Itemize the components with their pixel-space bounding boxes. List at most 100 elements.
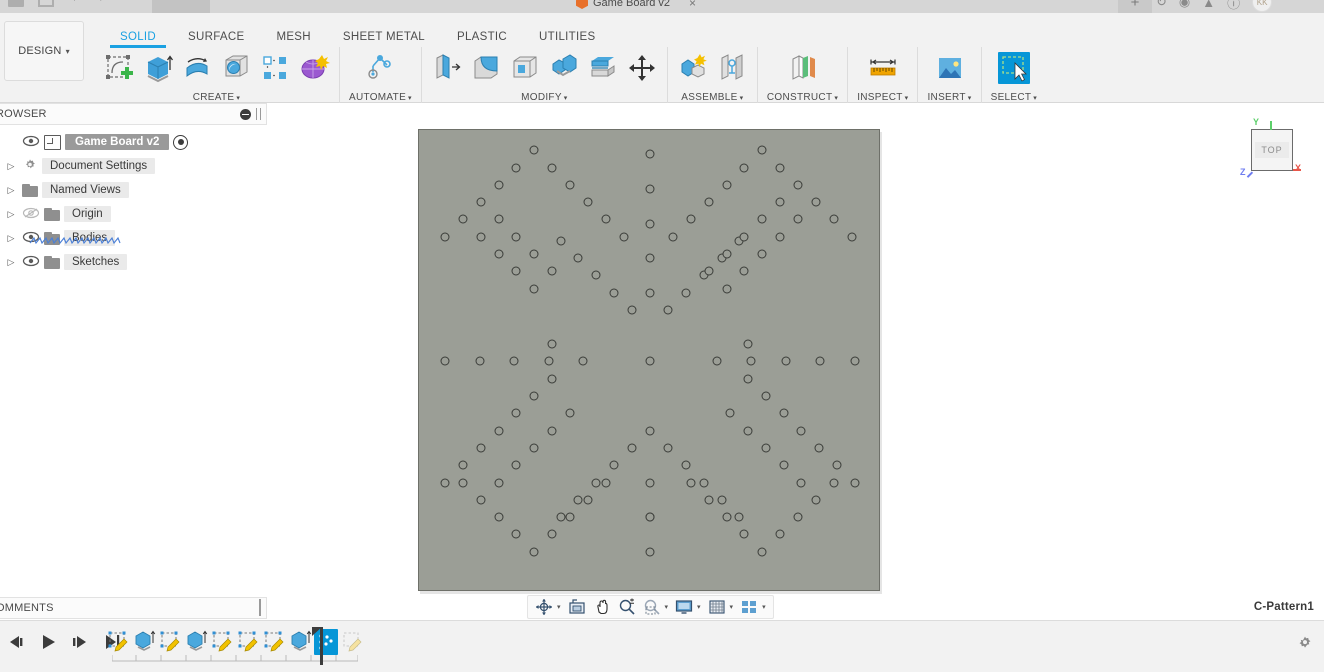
board-hole[interactable]	[556, 236, 566, 246]
expand-arrow-icon[interactable]: ▷	[4, 185, 18, 195]
press-pull-icon[interactable]	[431, 52, 463, 84]
board-hole[interactable]	[591, 270, 601, 280]
timeline-sketch-feature[interactable]	[340, 629, 364, 655]
board-hole[interactable]	[757, 214, 767, 224]
insert-image-icon[interactable]	[934, 52, 966, 84]
board-hole[interactable]	[627, 305, 637, 315]
board-hole[interactable]	[511, 266, 521, 276]
board-hole[interactable]	[645, 149, 655, 159]
board-hole[interactable]	[511, 529, 521, 539]
board-hole[interactable]	[547, 266, 557, 276]
game-board-body[interactable]	[418, 129, 880, 591]
zoom-icon[interactable]	[616, 597, 638, 617]
visibility-eye-off-icon[interactable]	[22, 207, 40, 221]
board-hole[interactable]	[686, 214, 696, 224]
board-hole[interactable]	[739, 529, 749, 539]
board-hole[interactable]	[717, 495, 727, 505]
board-hole[interactable]	[796, 426, 806, 436]
circle-minus-icon[interactable]	[240, 108, 251, 120]
board-hole[interactable]	[529, 547, 539, 557]
chevron-down-icon[interactable]: ▾	[730, 603, 734, 611]
home-tab[interactable]	[152, 0, 210, 13]
board-hole[interactable]	[556, 512, 566, 522]
automate-icon[interactable]	[364, 52, 396, 84]
visibility-eye-icon[interactable]	[22, 135, 40, 149]
board-hole[interactable]	[583, 495, 593, 505]
step-forward-icon[interactable]	[70, 633, 90, 651]
visibility-eye-icon[interactable]	[22, 231, 40, 245]
board-hole[interactable]	[681, 288, 691, 298]
board-hole[interactable]	[458, 478, 468, 488]
board-hole[interactable]	[793, 512, 803, 522]
viewport-layout-icon[interactable]	[738, 597, 760, 617]
tab-plastic[interactable]: PLASTIC	[441, 31, 523, 43]
activate-component-icon[interactable]	[173, 134, 189, 150]
board-hole[interactable]	[645, 356, 655, 366]
view-cube[interactable]: TOP Y X Z	[1240, 117, 1301, 179]
board-hole[interactable]	[494, 249, 504, 259]
board-hole[interactable]	[743, 339, 753, 349]
board-hole[interactable]	[739, 163, 749, 173]
board-hole[interactable]	[704, 197, 714, 207]
visibility-eye-icon[interactable]	[22, 255, 40, 269]
tree-item-bodies[interactable]: ▷ Bodies	[0, 226, 267, 250]
board-hole[interactable]	[458, 214, 468, 224]
chevron-down-icon[interactable]: ▾	[557, 603, 561, 611]
board-hole[interactable]	[645, 184, 655, 194]
board-hole[interactable]	[757, 547, 767, 557]
board-hole[interactable]	[779, 408, 789, 418]
shell-icon[interactable]	[509, 52, 541, 84]
extrude-icon[interactable]	[142, 52, 174, 84]
board-hole[interactable]	[609, 460, 619, 470]
tree-item-named-views[interactable]: ▷ Named Views	[0, 178, 267, 202]
board-hole[interactable]	[601, 478, 611, 488]
combine-icon[interactable]	[548, 52, 580, 84]
board-hole[interactable]	[793, 214, 803, 224]
board-hole[interactable]	[511, 232, 521, 242]
home-icon[interactable]	[38, 0, 54, 7]
board-hole[interactable]	[781, 356, 791, 366]
chevron-down-icon[interactable]: ▾	[697, 603, 701, 611]
board-hole[interactable]	[565, 180, 575, 190]
board-hole[interactable]	[739, 266, 749, 276]
board-hole[interactable]	[627, 443, 637, 453]
board-hole[interactable]	[757, 249, 767, 259]
timeline-sketch-feature[interactable]	[106, 629, 130, 655]
board-hole[interactable]	[529, 284, 539, 294]
close-icon[interactable]: ×	[689, 0, 696, 10]
orbit-icon[interactable]	[533, 597, 555, 617]
board-hole[interactable]	[529, 249, 539, 259]
expand-arrow-icon[interactable]: ▷	[4, 209, 18, 219]
board-hole[interactable]	[811, 495, 821, 505]
chevron-down-icon[interactable]: ▾	[408, 95, 412, 102]
board-hole[interactable]	[511, 163, 521, 173]
tree-item-game-board[interactable]: Game Board v2	[0, 130, 267, 154]
timeline-sketch-feature[interactable]	[210, 629, 234, 655]
board-hole[interactable]	[832, 460, 842, 470]
board-hole[interactable]	[645, 478, 655, 488]
timeline-sketch-feature[interactable]	[236, 629, 260, 655]
board-hole[interactable]	[509, 356, 519, 366]
board-hole[interactable]	[704, 495, 714, 505]
zoom-window-icon[interactable]	[641, 597, 663, 617]
board-hole[interactable]	[761, 391, 771, 401]
timeline-extrude-feature[interactable]	[184, 629, 208, 655]
board-hole[interactable]	[814, 443, 824, 453]
offset-plane-icon[interactable]	[787, 52, 819, 84]
board-hole[interactable]	[725, 408, 735, 418]
board-hole[interactable]	[757, 145, 767, 155]
move-copy-icon[interactable]	[626, 52, 658, 84]
board-hole[interactable]	[663, 305, 673, 315]
board-hole[interactable]	[511, 408, 521, 418]
board-hole[interactable]	[686, 478, 696, 488]
timeline-extrude-feature[interactable]	[288, 629, 312, 655]
board-hole[interactable]	[547, 426, 557, 436]
board-hole[interactable]	[645, 547, 655, 557]
chevron-down-icon[interactable]: ▾	[665, 603, 669, 611]
board-hole[interactable]	[511, 460, 521, 470]
help-icon[interactable]: ⓘ	[1227, 0, 1240, 12]
tab-surface[interactable]: SURFACE	[172, 31, 260, 43]
workspace-switcher[interactable]: DESIGN ▾	[4, 21, 84, 81]
board-hole[interactable]	[663, 443, 673, 453]
expand-arrow-icon[interactable]: ▷	[4, 233, 18, 243]
